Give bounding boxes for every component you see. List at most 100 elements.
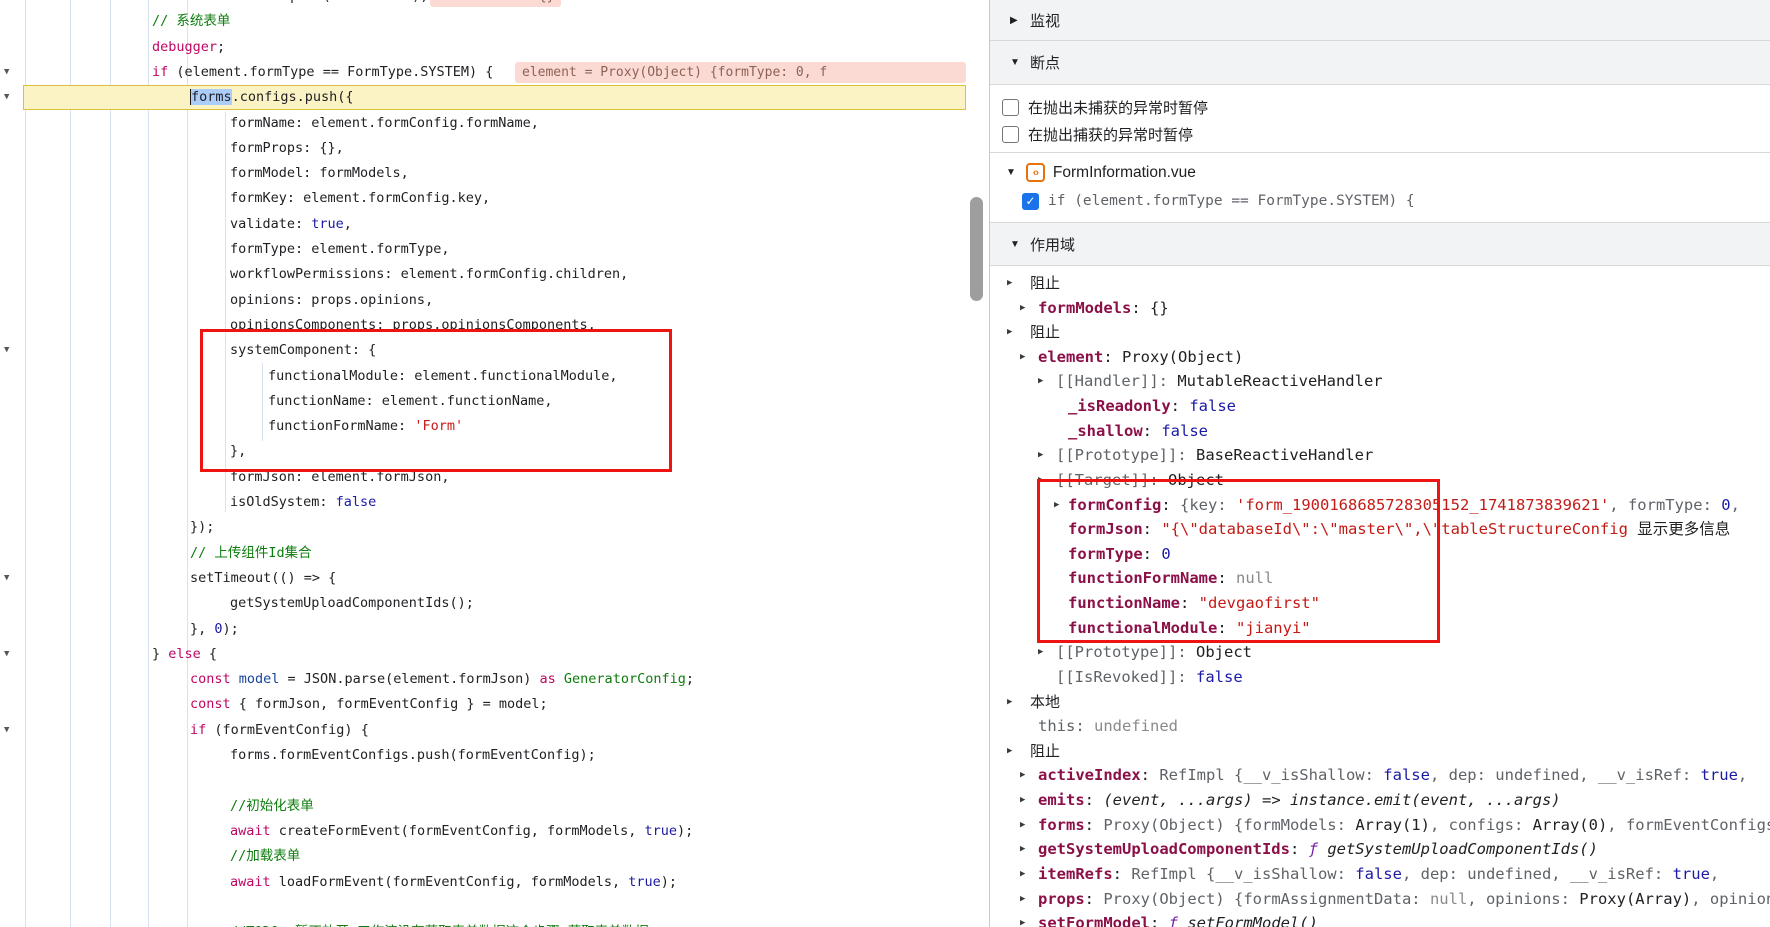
code-token: setTimeout(() => {	[190, 570, 336, 586]
breakpoint-entry[interactable]: ✓ if (element.formType == FormType.SYSTE…	[990, 187, 1770, 215]
disclosure-arrow-icon[interactable]: ▶	[1007, 739, 1012, 764]
show-more-link[interactable]: 显示更多信息	[1637, 520, 1730, 538]
disclosure-arrow-icon[interactable]: ▶	[1020, 788, 1025, 813]
scope-row[interactable]: ▶[[Handler]]: MutableReactiveHandler	[990, 369, 1770, 394]
inline-eval-value: formModels = {}	[430, 0, 561, 7]
disclosure-arrow-icon[interactable]: ▶	[1020, 862, 1025, 887]
variable-value: , opinions:	[1467, 890, 1579, 908]
disclosure-arrow-icon[interactable]: ▶	[1020, 887, 1025, 912]
scope-row[interactable]: ▶[[Prototype]]: Object	[990, 640, 1770, 665]
code-token: //初始化表单	[230, 798, 314, 814]
variable-value: getSystemUploadComponentIds()	[1327, 840, 1598, 858]
disclosure-arrow-icon[interactable]: ▶	[1038, 443, 1043, 468]
scope-row-content: itemRefs: RefImpl {__v_isShallow: false,…	[990, 862, 1729, 887]
disclosure-arrow-icon[interactable]: ▶	[1020, 763, 1025, 788]
disclosure-arrow-icon[interactable]: ▶	[1007, 690, 1012, 715]
name-value-separator: :	[1085, 791, 1104, 809]
variable-value: {}	[1150, 299, 1169, 317]
scope-row-content: _isReadonly: false	[990, 394, 1236, 419]
disclosure-arrow-icon[interactable]: ▶	[1007, 271, 1012, 296]
code-token: true	[628, 874, 661, 890]
scope-row[interactable]: ▶ 本地	[990, 690, 1770, 715]
scope-row[interactable]: ▶阻止	[990, 739, 1770, 764]
variable-name: itemRefs	[1038, 865, 1113, 883]
scope-row[interactable]: ▶itemRefs: RefImpl {__v_isShallow: false…	[990, 862, 1770, 887]
variable-name: 本地	[1030, 694, 1060, 711]
code-text: validate: true,	[0, 212, 968, 237]
code-token: formKey: element.formConfig.key,	[230, 190, 490, 206]
scope-row[interactable]: ▶props: Proxy(Object) {formAssignmentDat…	[990, 887, 1770, 912]
code-line	[0, 895, 968, 921]
disclosure-arrow-icon[interactable]: ▶	[1020, 296, 1025, 321]
scope-row[interactable]: ▶getSystemUploadComponentIds: ƒ getSyste…	[990, 837, 1770, 862]
chevron-down-icon[interactable]: ▼	[1010, 57, 1026, 68]
code-token: }	[152, 646, 168, 662]
disclosure-arrow-icon[interactable]: ▶	[1038, 369, 1043, 394]
scope-row[interactable]: ▶[[Prototype]]: BaseReactiveHandler	[990, 443, 1770, 468]
code-text: formName: element.formConfig.formName,	[0, 111, 968, 136]
variable-name: formModels	[1038, 299, 1131, 317]
code-line: }, 0);	[0, 617, 968, 643]
scope-row[interactable]: ▶阻止	[990, 271, 1770, 296]
pause-uncaught-checkbox[interactable]	[1002, 99, 1019, 116]
chevron-down-icon[interactable]: ▼	[1010, 239, 1026, 250]
scope-row[interactable]: ▶formModels: {}	[990, 296, 1770, 321]
breakpoint-file-group[interactable]: ▼ ‹› FormInformation.vue	[990, 158, 1770, 187]
code-line: formKey: element.formConfig.key,	[0, 186, 968, 212]
code-token: (formEventConfig) {	[206, 722, 369, 738]
variable-name: [[IsRevoked]]	[1056, 668, 1177, 686]
chevron-right-icon[interactable]: ▶	[1010, 15, 1026, 26]
variable-value: false	[1196, 668, 1243, 686]
code-token: const	[190, 671, 231, 687]
disclosure-arrow-icon[interactable]: ▶	[1020, 837, 1025, 862]
code-text: forms.formEventConfigs.push(formEventCon…	[0, 743, 968, 768]
code-token: );	[677, 823, 693, 839]
scope-row[interactable]: ▶emits: (event, ...args) => instance.emi…	[990, 788, 1770, 813]
variable-value: Proxy(Object) {formAssignmentData:	[1103, 890, 1430, 908]
code-text: getSystemUploadComponentIds();	[0, 591, 968, 616]
name-value-separator: :	[1159, 372, 1178, 390]
chevron-down-icon[interactable]: ▼	[1006, 167, 1016, 178]
disclosure-arrow-icon[interactable]: ▶	[1020, 813, 1025, 838]
scope-row[interactable]: this: undefined	[990, 714, 1770, 739]
disclosure-arrow-icon[interactable]: ▶	[1020, 911, 1025, 927]
code-text: opinions: props.opinions,	[0, 288, 968, 313]
scope-row-content: 阻止	[990, 271, 1060, 296]
breakpoints-section-header[interactable]: ▼ 断点	[990, 41, 1770, 85]
variable-name: setFormModel	[1038, 914, 1150, 927]
name-value-separator: :	[1085, 890, 1104, 908]
disclosure-arrow-icon[interactable]: ▶	[1038, 640, 1043, 665]
code-line: forms.formEventConfigs.push(formEventCon…	[0, 743, 968, 769]
code-text: debugger;	[0, 35, 968, 60]
code-token: },	[190, 621, 214, 637]
scrollbar-thumb[interactable]	[970, 197, 983, 301]
code-token: createFormEvent(formEventConfig, formMod…	[271, 823, 645, 839]
scope-row[interactable]: ▶setFormModel: ƒ setFormModel()	[990, 911, 1770, 927]
variable-name: getSystemUploadComponentIds	[1038, 840, 1290, 858]
code-text: isOldSystem: false	[0, 490, 968, 515]
variable-value: , formEventConfigs	[1607, 816, 1770, 834]
scope-section-header[interactable]: ▼ 作用域	[990, 222, 1770, 266]
variable-value: RefImpl {__v_isShallow:	[1131, 865, 1355, 883]
code-line: //加载表单	[0, 844, 968, 870]
breakpoint-enabled-checkbox[interactable]: ✓	[1022, 193, 1039, 210]
variable-value: Proxy(Object) {formModels:	[1103, 816, 1355, 834]
code-text: await createFormEvent(formEventConfig, f…	[0, 819, 968, 844]
disclosure-arrow-icon[interactable]: ▶	[1007, 320, 1012, 345]
scope-row[interactable]: _isReadonly: false	[990, 394, 1770, 419]
scope-row[interactable]: _shallow: false	[990, 419, 1770, 444]
code-text: const model = JSON.parse(element.formJso…	[0, 667, 968, 692]
scope-row[interactable]: ▶阻止	[990, 320, 1770, 345]
scope-row[interactable]: ▶activeIndex: RefImpl {__v_isShallow: fa…	[990, 763, 1770, 788]
code-line: ▼forms.configs.push({	[0, 85, 968, 111]
scope-row[interactable]: ▶forms: Proxy(Object) {formModels: Array…	[990, 813, 1770, 838]
scope-row[interactable]: [[IsRevoked]]: false	[990, 665, 1770, 690]
code-line: validate: true,	[0, 212, 968, 238]
variable-value: BaseReactiveHandler	[1196, 446, 1373, 464]
disclosure-arrow-icon[interactable]: ▶	[1020, 345, 1025, 370]
code-token: });	[190, 519, 214, 535]
watch-section-header[interactable]: ▶ 监视	[990, 0, 1770, 41]
pause-caught-checkbox[interactable]	[1002, 126, 1019, 143]
scope-row[interactable]: ▶element: Proxy(Object)	[990, 345, 1770, 370]
code-token: formName: element.formConfig.formName,	[230, 115, 539, 131]
